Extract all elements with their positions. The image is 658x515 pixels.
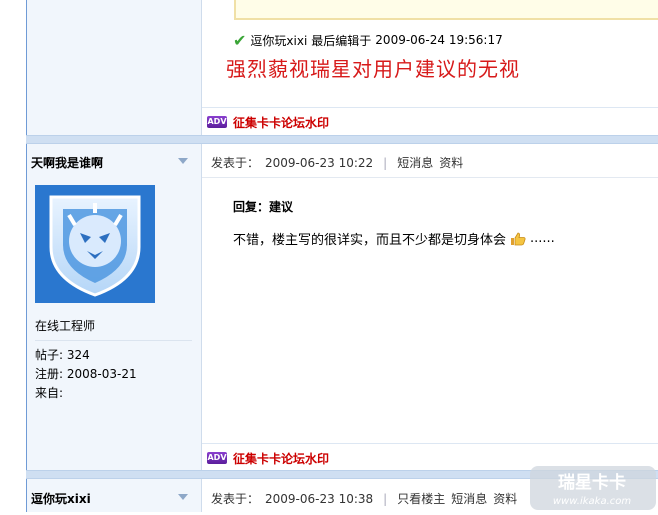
left-border [0, 0, 27, 512]
edit-time: 2009-06-24 19:56:17 [375, 33, 503, 47]
post-separator [26, 135, 658, 144]
stat-label: 帖子: [35, 348, 64, 362]
reply-body: 不错，楼主写的很详实，而且不少都是切身体会 ...... [233, 229, 555, 248]
watermark-url: www.ikaka.com [553, 496, 631, 507]
post-meta: 发表于： 2009-06-23 10:38 | 只看楼主 短消息 资料 [211, 490, 517, 507]
signature-divider [202, 107, 658, 108]
author-only-link[interactable]: 只看楼主 [397, 490, 445, 507]
author-menu-arrow-icon[interactable] [178, 158, 188, 164]
profile-link[interactable]: 资料 [493, 490, 517, 507]
stat-label: 来自: [35, 386, 64, 400]
edit-user: 逗你玩xixi [250, 33, 308, 48]
lion-shield-icon [35, 185, 155, 303]
posted-label: 发表于： [211, 156, 260, 170]
post-footer-divider [202, 443, 658, 444]
pm-link[interactable]: 短消息 [451, 490, 487, 507]
adv-link[interactable]: 征集卡卡论坛水印 [233, 450, 329, 467]
posted-time: 2009-06-23 10:38 [265, 491, 374, 506]
stat-value: 324 [66, 348, 90, 362]
posted-time: 2009-06-23 10:22 [265, 155, 374, 170]
post-meta: 发表于： 2009-06-23 10:22 | 短消息 资料 [211, 154, 463, 171]
stat-label: 注册: [35, 367, 64, 381]
author-name[interactable]: 逗你玩xixi [31, 490, 91, 507]
posted-label: 发表于： [211, 492, 260, 506]
adv-icon: ADV [207, 116, 227, 128]
author-menu-arrow-icon[interactable] [178, 494, 188, 500]
adv-icon: ADV [207, 452, 227, 464]
ikaka-watermark: 瑞星卡卡 www.ikaka.com [528, 462, 658, 512]
avatar[interactable] [35, 185, 155, 303]
signature: 强烈藐视瑞星对用户建议的无视 [226, 57, 520, 81]
header-divider [202, 177, 658, 178]
adv-row[interactable]: ADV 征集卡卡论坛水印 [207, 450, 329, 466]
checkmark-icon: ✔ [233, 30, 247, 50]
watermark-brand: 瑞星卡卡 [558, 472, 626, 493]
user-title: 在线工程师 [35, 319, 96, 333]
thumbs-up-icon [510, 232, 526, 246]
meta-divider: | [383, 491, 388, 506]
profile-link[interactable]: 资料 [439, 154, 463, 171]
reply-text: 不错，楼主写的很详实，而且不少都是切身体会 [233, 233, 507, 248]
reply-title: 回复：建议 [233, 200, 294, 214]
edit-info: ✔ 逗你玩xixi 最后编辑于 2009-06-24 19:56:17 [233, 30, 503, 50]
stat-divider [35, 340, 192, 341]
stat-value: 2008-03-21 [66, 367, 137, 381]
author-name[interactable]: 天啊我是谁啊 [31, 154, 103, 171]
prev-post-sidebar [27, 0, 202, 135]
adv-link[interactable]: 征集卡卡论坛水印 [233, 114, 329, 131]
pm-link[interactable]: 短消息 [397, 154, 433, 171]
reply-tail: ...... [530, 231, 555, 246]
stat-from: 来自: [35, 384, 63, 401]
quote-box [234, 0, 658, 20]
meta-divider: | [383, 155, 388, 170]
adv-row[interactable]: ADV 征集卡卡论坛水印 [207, 114, 329, 130]
stat-registered: 注册: 2008-03-21 [35, 365, 137, 382]
edit-label: 最后编辑于 [311, 33, 372, 48]
stat-posts: 帖子: 324 [35, 346, 90, 363]
